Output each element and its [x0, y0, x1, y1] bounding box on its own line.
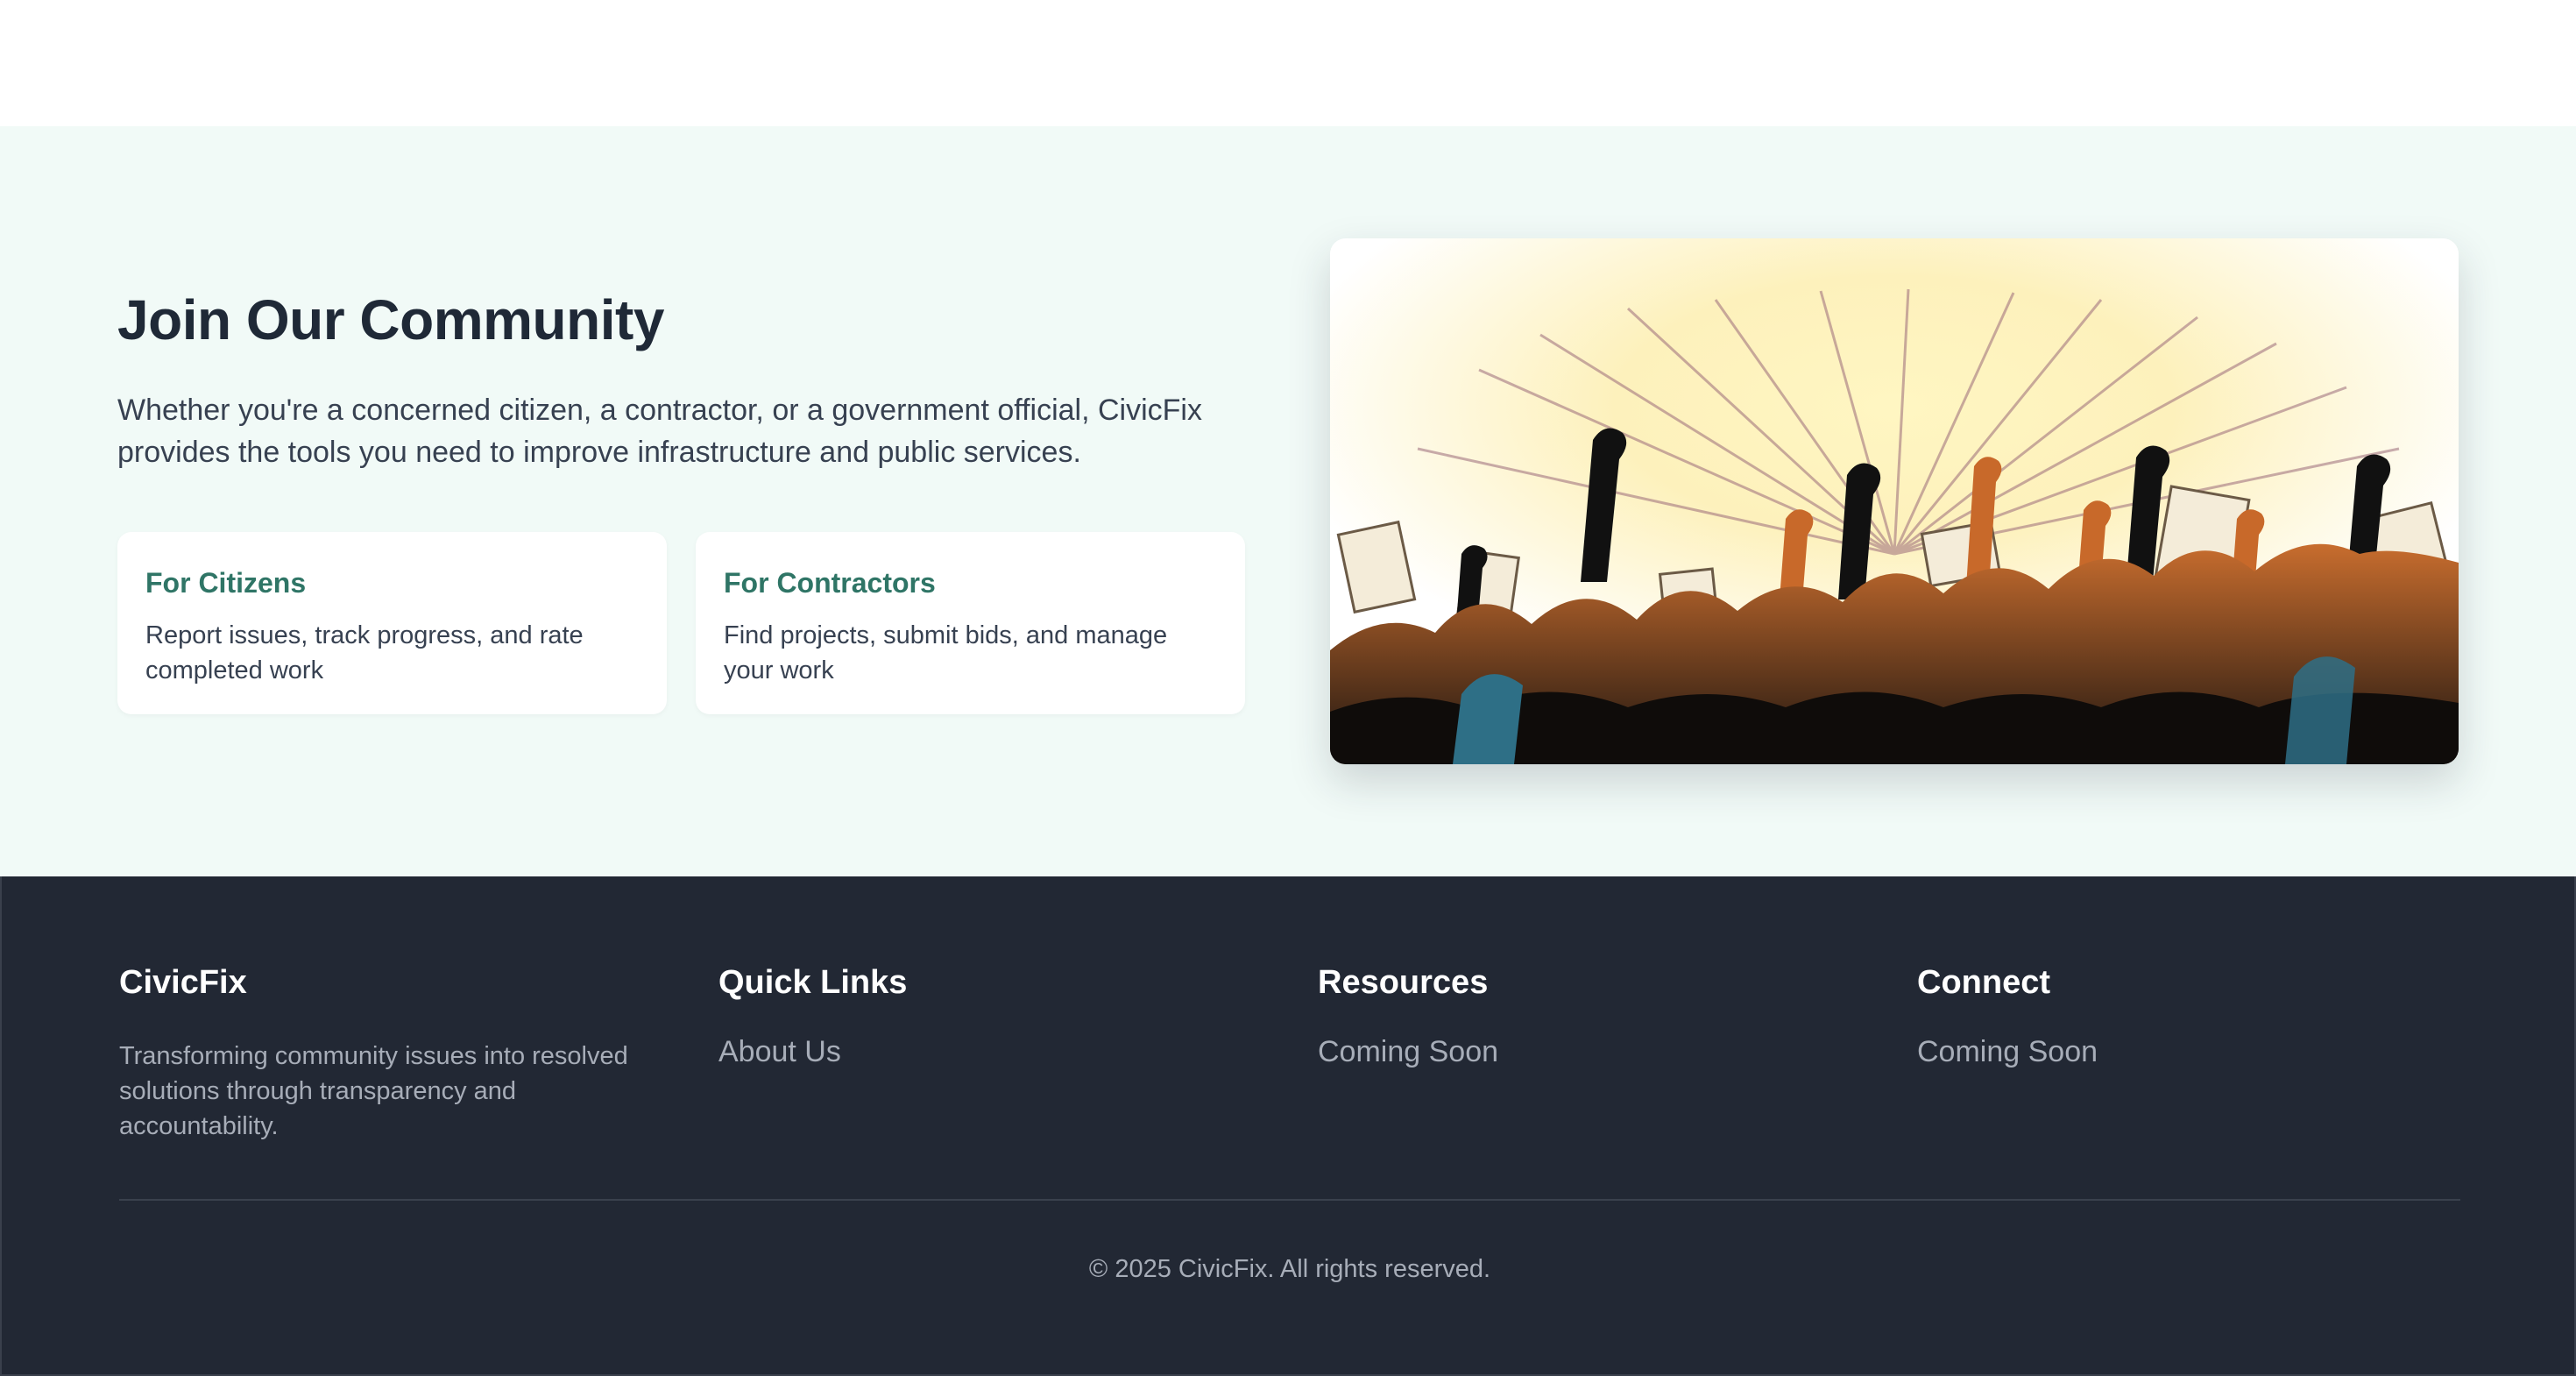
- about-us-link[interactable]: About Us: [718, 1035, 841, 1069]
- footer-brand-column: CivicFix Transforming community issues i…: [119, 964, 662, 1144]
- resources-coming-soon-link[interactable]: Coming Soon: [1318, 1035, 1498, 1069]
- footer-brand-title: CivicFix: [119, 964, 247, 1001]
- site-footer: CivicFix Transforming community issues i…: [0, 876, 2576, 1376]
- crowd-illustration-icon: [1330, 238, 2459, 764]
- citizens-card: For Citizens Report issues, track progre…: [117, 532, 667, 714]
- footer-divider: [119, 1199, 2460, 1201]
- contractors-card-text: Find projects, submit bids, and manage y…: [724, 621, 1168, 684]
- community-title: Join Our Community: [117, 288, 664, 351]
- footer-resources-column: Resources Coming Soon: [1318, 964, 1861, 1069]
- citizens-card-text: Report issues, track progress, and rate …: [145, 621, 584, 684]
- footer-quick-links-column: Quick Links About Us: [718, 964, 1262, 1069]
- contractors-card: For Contractors Find projects, submit bi…: [696, 532, 1245, 714]
- footer-connect-title: Connect: [1917, 964, 2050, 1001]
- footer-quick-links-title: Quick Links: [718, 964, 908, 1001]
- footer-brand-tagline: Transforming community issues into resol…: [119, 1042, 628, 1140]
- community-crowd-image: [1330, 238, 2459, 764]
- footer-resources-title: Resources: [1318, 964, 1489, 1001]
- citizens-card-title: For Citizens: [145, 567, 307, 599]
- connect-coming-soon-link[interactable]: Coming Soon: [1917, 1035, 2098, 1069]
- contractors-card-title: For Contractors: [724, 567, 936, 599]
- top-blank-strip: [0, 0, 2576, 126]
- footer-connect-column: Connect Coming Soon: [1917, 964, 2460, 1069]
- community-description: Whether you're a concerned citizen, a co…: [117, 394, 1202, 469]
- copyright-text: © 2025 CivicFix. All rights reserved.: [1088, 1255, 1491, 1283]
